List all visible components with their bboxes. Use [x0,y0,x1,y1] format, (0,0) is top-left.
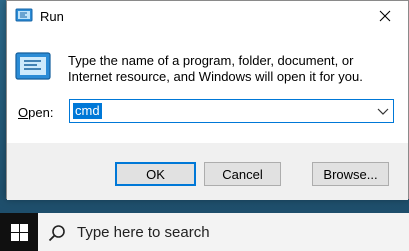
search-icon [48,225,65,242]
chevron-down-icon[interactable] [377,106,389,116]
close-button[interactable] [370,4,400,28]
run-program-icon [15,52,51,80]
open-label: Open: [18,105,53,120]
open-label-accesskey: O [18,105,29,120]
browse-button[interactable]: Browse... [312,162,389,186]
run-icon [15,8,33,22]
close-icon [379,10,391,22]
cancel-button[interactable]: Cancel [204,162,281,186]
start-button[interactable] [0,213,38,251]
taskbar: Type here to search [0,213,409,251]
run-description: Type the name of a program, folder, docu… [68,53,363,84]
open-input[interactable]: cmd [73,103,102,119]
search-placeholder: Type here to search [77,224,210,241]
open-combobox[interactable]: cmd [69,99,394,123]
open-label-text: pen: [28,105,54,120]
ok-button[interactable]: OK [115,162,196,186]
title-bar: Run [7,1,408,32]
taskbar-search-box[interactable]: Type here to search [38,213,409,251]
window-title: Run [40,9,64,24]
windows-logo-icon [10,223,28,241]
